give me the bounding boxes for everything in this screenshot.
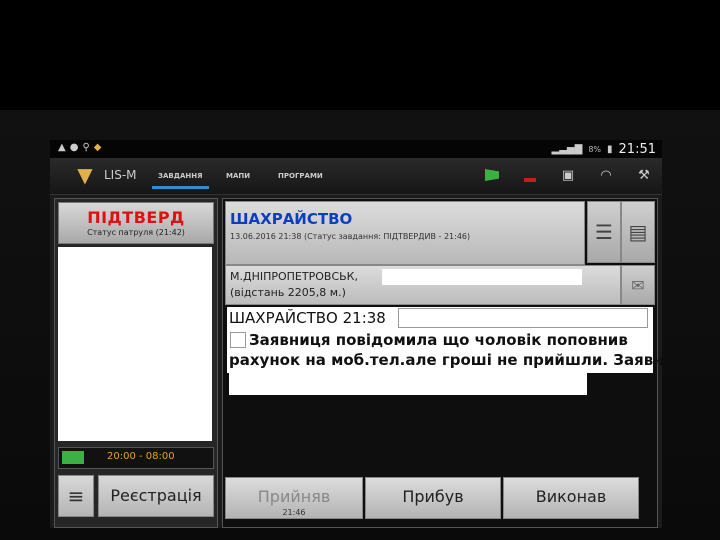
arrived-label: Прибув — [402, 487, 464, 506]
status-bar-right: ▂▃▅▇ 8% ▮ 21:51 — [552, 142, 656, 157]
detail-heading: ШАХРАЙСТВО 21:38 — [229, 309, 386, 327]
fox-logo-icon[interactable]: ▼ — [72, 162, 98, 188]
redacted-area — [58, 247, 212, 441]
detail-line: Заявниця повідомила що чоловік поповнив — [249, 331, 628, 349]
battery-icon: ▮ — [607, 144, 613, 155]
redacted-detail — [398, 308, 648, 328]
address-distance: (відстань 2205,8 м.) — [230, 286, 346, 299]
redacted-detail-small — [230, 332, 246, 348]
task-subtitle: 13.06.2016 21:38 (Статус завдання: ПІДТВ… — [230, 232, 471, 241]
device-screen: ▲ ● ⚲ ◆ ▂▃▅▇ 8% ▮ 21:51 ▼ LIS-M ЗАВДАННЯ… — [50, 140, 662, 528]
menu-button[interactable]: ≡ — [58, 475, 94, 517]
shift-bar: 20:00 - 08:00 — [58, 447, 214, 469]
status-bar-left: ▲ ● ⚲ ◆ — [58, 142, 101, 153]
completed-button[interactable]: Виконав — [503, 477, 639, 519]
app-bar: ▼ LIS-M ЗАВДАННЯ МАПИ ПРОГРАМИ ▣ ◠ ⚒ — [50, 158, 662, 195]
status-bar: ▲ ● ⚲ ◆ ▂▃▅▇ 8% ▮ 21:51 — [50, 140, 662, 158]
accept-label: Прийняв — [257, 487, 331, 506]
tab-tasks[interactable]: ЗАВДАННЯ — [152, 172, 208, 189]
patrol-status-subtitle: Статус патруля (21:42) — [87, 228, 185, 237]
green-flag-icon[interactable] — [482, 166, 502, 184]
location-icon: ● — [69, 142, 79, 153]
patrol-status-box[interactable]: ПІДТВЕРД Статус патруля (21:42) — [58, 202, 214, 244]
clock: 21:51 — [618, 142, 656, 157]
tab-programs[interactable]: ПРОГРАМИ — [278, 172, 323, 180]
completed-label: Виконав — [535, 487, 607, 506]
task-panel: ШАХРАЙСТВО 13.06.2016 21:38 (Статус завд… — [222, 198, 662, 528]
mail-icon: ✉ — [631, 275, 645, 295]
screen-icon[interactable]: ▣ — [558, 166, 578, 184]
shift-indicator — [62, 451, 84, 464]
tab-maps[interactable]: МАПИ — [226, 172, 250, 180]
arrived-button[interactable]: Прибув — [365, 477, 501, 519]
redacted-detail-line — [229, 373, 587, 395]
notes-button[interactable]: ☰ — [587, 201, 621, 263]
register-button[interactable]: Реєстрація — [98, 475, 214, 517]
clipboard-button[interactable]: ▤ — [621, 201, 655, 263]
warning-icon: ▲ — [58, 142, 66, 153]
accept-time: 21:46 — [282, 508, 306, 517]
battery-percent: 8% — [588, 145, 602, 154]
task-address[interactable]: М.ДНІПРОПЕТРОВСЬК, (відстань 2205,8 м.) — [225, 265, 621, 305]
patrol-status-title: ПІДТВЕРД — [87, 208, 185, 227]
signal-icon: ▂▃▅▇ — [551, 144, 583, 155]
red-flag-icon[interactable] — [520, 166, 540, 184]
task-details: ШАХРАЙСТВО 21:38 Заявниця повідомила що … — [227, 307, 662, 457]
clipboard-icon: ▤ — [628, 220, 648, 244]
notes-icon: ☰ — [595, 220, 613, 244]
app-bar-icons: ▣ ◠ ⚒ — [482, 166, 654, 184]
wifi-icon[interactable]: ◠ — [596, 166, 616, 184]
task-header[interactable]: ШАХРАЙСТВО 13.06.2016 21:38 (Статус завд… — [225, 201, 585, 265]
shift-hours: 20:00 - 08:00 — [107, 451, 175, 462]
app-notification-icon: ◆ — [93, 142, 102, 153]
task-title: ШАХРАЙСТВО — [230, 210, 353, 228]
message-button[interactable]: ✉ — [621, 265, 655, 305]
search-icon: ⚲ — [82, 142, 90, 153]
address-city: М.ДНІПРОПЕТРОВСЬК, — [230, 270, 358, 283]
app-name: LIS-M — [104, 168, 137, 182]
details-empty-area — [227, 373, 653, 457]
accept-button[interactable]: Прийняв 21:46 — [225, 477, 363, 519]
redacted-address — [382, 269, 582, 285]
patrol-panel: ПІДТВЕРД Статус патруля (21:42) 20:00 - … — [54, 198, 218, 528]
detail-line: рахунок на моб.тел.але гроші не прийшли.… — [229, 351, 662, 369]
wrench-icon[interactable]: ⚒ — [634, 166, 654, 184]
